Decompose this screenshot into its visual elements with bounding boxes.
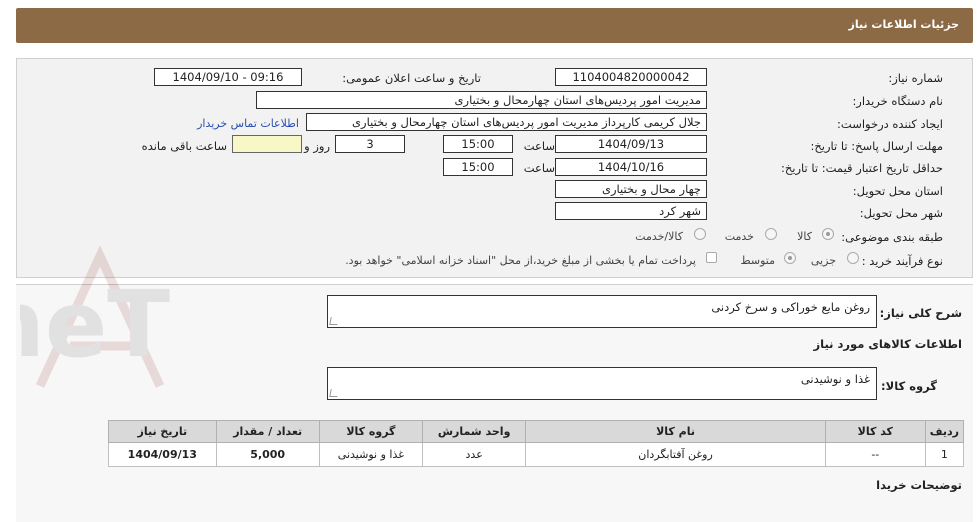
resize-grip-icon[interactable]: [329, 389, 339, 397]
hours-remaining-label: ساعت باقی مانده: [141, 139, 227, 153]
announce-datetime-field[interactable]: 1404/09/10 - 09:16: [154, 68, 302, 86]
category-label: طبقه بندی موضوعی:: [841, 230, 943, 244]
category-service-radio[interactable]: [765, 228, 777, 240]
buyer-org-field[interactable]: مدیریت امور پردیس‌های استان چهارمحال و ب…: [256, 91, 707, 109]
validity-time-field[interactable]: 15:00: [443, 158, 513, 176]
deadline-time-field[interactable]: 15:00: [443, 135, 513, 153]
validity-time-label: ساعت: [523, 161, 555, 175]
process-medium-radio[interactable]: [784, 252, 796, 264]
process-minor-label: جزیی: [810, 254, 836, 267]
city-field[interactable]: شهر کرد: [555, 202, 707, 220]
process-medium-label: متوسط: [740, 254, 775, 267]
col-name-header: نام کالا: [525, 420, 826, 443]
buyer-org-label: نام دستگاه خریدار:: [852, 94, 943, 108]
validity-date-field[interactable]: 1404/10/16: [555, 158, 707, 176]
category-goods-radio[interactable]: [822, 228, 834, 240]
category-service-label: خدمت: [724, 230, 754, 243]
buyer-notes-label: توضیحات خریدا: [876, 478, 962, 492]
treasury-note: پرداخت تمام یا بخشی از مبلغ خرید،از محل …: [345, 254, 696, 267]
cell-row: 1: [924, 442, 965, 467]
buyer-contact-link[interactable]: اطلاعات تماس خریدار: [197, 117, 299, 130]
col-unit-header: واحد شمارش: [421, 420, 527, 443]
resize-grip-icon[interactable]: [329, 317, 339, 325]
process-type-label: نوع فرآیند خرید :: [861, 254, 943, 268]
col-row-header: ردیف: [924, 420, 965, 443]
city-label: شهر محل تحویل:: [859, 206, 943, 220]
category-goods-service-radio[interactable]: [694, 228, 706, 240]
goods-table-header-row: ردیف کد کالا نام کالا واحد شمارش گروه کا…: [108, 420, 965, 443]
province-field[interactable]: چهار محال و بختیاری: [555, 180, 707, 198]
table-row[interactable]: 1 -- روغن آفتابگردان عدد غذا و نوشیدنی 5…: [108, 442, 965, 467]
requester-field[interactable]: جلال کریمی کارپرداز مدیریت امور پردیس‌ها…: [306, 113, 707, 131]
cell-name: روغن آفتابگردان: [525, 442, 826, 467]
deadline-label: مهلت ارسال پاسخ: تا تاریخ:: [810, 139, 943, 153]
cell-group: غذا و نوشیدنی: [318, 442, 424, 467]
need-summary-text: روغن مایع خوراکی و سرخ کردنی: [711, 300, 870, 314]
goods-group-textarea[interactable]: غذا و نوشیدنی: [327, 367, 877, 400]
col-qty-header: تعداد / مقدار: [215, 420, 320, 443]
days-label: روز و: [304, 139, 330, 153]
page-header-bar: جزئیات اطلاعات نیاز: [16, 8, 973, 43]
treasury-checkbox[interactable]: [706, 252, 717, 263]
cell-qty: 5,000: [215, 442, 320, 467]
cell-date: 1404/09/13: [108, 442, 217, 467]
days-remaining-field[interactable]: 3: [335, 135, 405, 153]
deadline-time-label: ساعت: [523, 139, 555, 153]
hours-remaining-field[interactable]: [232, 135, 302, 153]
category-goods-label: کالا: [797, 230, 812, 243]
need-number-field[interactable]: 1104004820000042: [555, 68, 707, 86]
page-title: جزئیات اطلاعات نیاز: [848, 18, 960, 31]
col-code-header: کد کالا: [824, 420, 926, 443]
col-date-header: تاریخ نیاز: [108, 420, 217, 443]
goods-group-label: گروه کالا:: [881, 379, 937, 393]
announce-datetime-label: تاریخ و ساعت اعلان عمومی:: [342, 71, 481, 85]
need-summary-label: شرح کلی نیاز:: [879, 306, 962, 320]
deadline-date-field[interactable]: 1404/09/13: [555, 135, 707, 153]
province-label: استان محل تحویل:: [852, 184, 943, 198]
goods-info-title: اطلاعات کالاهای مورد نیاز: [813, 337, 962, 351]
need-summary-textarea[interactable]: روغن مایع خوراکی و سرخ کردنی: [327, 295, 877, 328]
cell-code: --: [824, 442, 926, 467]
cell-unit: عدد: [421, 442, 527, 467]
need-number-label: شماره نیاز:: [888, 71, 943, 85]
process-minor-radio[interactable]: [847, 252, 859, 264]
requester-label: ایجاد کننده درخواست:: [837, 117, 943, 131]
goods-group-text: غذا و نوشیدنی: [800, 372, 870, 386]
category-goods-service-label: کالا/خدمت: [635, 230, 683, 243]
goods-table: ردیف کد کالا نام کالا واحد شمارش گروه کا…: [108, 420, 965, 467]
col-group-header: گروه کالا: [318, 420, 424, 443]
validity-label: حداقل تاریخ اعتبار قیمت: تا تاریخ:: [780, 161, 943, 175]
